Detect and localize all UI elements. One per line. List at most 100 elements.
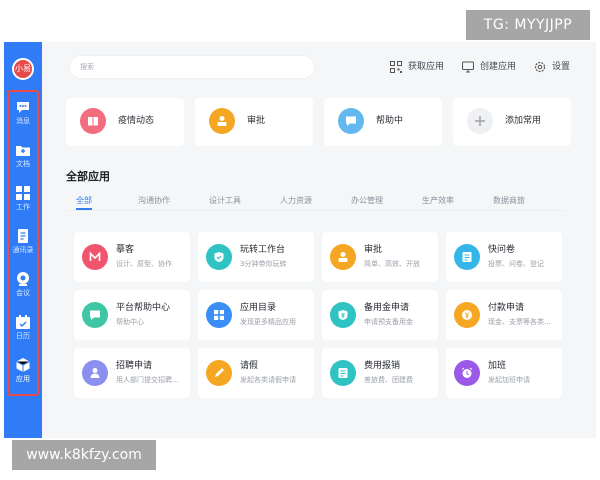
app-title: 加班	[488, 361, 507, 371]
app-title: 玩转工作台	[240, 245, 286, 255]
app-icon-bg	[454, 302, 480, 328]
app-card-mockplus[interactable]: 摹客 设计、原型、协作	[74, 232, 190, 282]
tab-data-travel[interactable]: 数据商旅	[493, 195, 525, 206]
quick-app-icon-bg	[80, 108, 106, 134]
sidebar-item-contacts[interactable]: 通讯录	[9, 223, 37, 259]
quick-app-help[interactable]: 帮助中	[324, 98, 442, 146]
sidebar-item-meetings[interactable]: 会议	[9, 266, 37, 302]
chat-bubble-icon	[17, 102, 29, 113]
tab-office-management[interactable]: 办公管理	[351, 195, 383, 206]
app-title: 快问卷	[488, 245, 516, 255]
tab-design-tools[interactable]: 设计工具	[209, 195, 241, 206]
app-icon-bg	[454, 244, 480, 270]
app-desc: 帮助中心	[116, 318, 144, 326]
sidebar-item-label: 应用	[16, 375, 30, 383]
book-icon	[88, 117, 98, 126]
monitor-icon	[462, 61, 474, 73]
app-desc: 简单、高效、开放	[364, 260, 420, 268]
receipt-icon	[338, 368, 348, 378]
app-icon-bg	[82, 302, 108, 328]
sidebar-item-calendar[interactable]: 日历	[9, 309, 37, 345]
create-app-button[interactable]: 创建应用	[462, 60, 542, 74]
plus-icon	[475, 116, 485, 126]
tab-divider	[66, 210, 566, 211]
app-title: 应用目录	[240, 303, 277, 313]
speech-bubble-icon	[90, 310, 100, 320]
calendar-icon	[16, 315, 30, 329]
app-desc: 申请预支备用金	[364, 318, 413, 326]
sidebar-item-label: 工作	[16, 203, 30, 211]
app-title: 备用金申请	[364, 303, 410, 313]
quick-app-icon-bg	[338, 108, 364, 134]
app-desc: 发起加班申请	[488, 376, 530, 384]
quick-app-add[interactable]: 添加常用	[453, 98, 571, 146]
quick-app-label: 添加常用	[505, 116, 542, 126]
speech-bubble-icon	[346, 116, 356, 126]
app-card-approval[interactable]: 审批 简单、高效、开放	[322, 232, 438, 282]
create-app-label: 创建应用	[480, 62, 517, 72]
telegram-watermark: TG: MYYJJPP	[466, 10, 590, 40]
sidebar-item-docs[interactable]: 文档	[9, 137, 37, 173]
app-icon-bg	[206, 360, 232, 386]
search-input[interactable]: 搜索	[70, 56, 314, 78]
app-card-expense[interactable]: 费用报销 差旅费、团建费	[322, 348, 438, 398]
sidebar-item-messages[interactable]: 消息	[9, 94, 37, 130]
app-title: 审批	[364, 245, 383, 255]
app-card-overtime[interactable]: 加班 发起加班申请	[446, 348, 562, 398]
sidebar: 小易 消息 文档 工作 通讯录 会议 日历 应用	[4, 42, 42, 438]
shield-check-icon	[214, 252, 224, 262]
sidebar-item-work[interactable]: 工作	[9, 180, 37, 216]
quick-app-approval[interactable]: 审批	[195, 98, 313, 146]
app-desc: 设计、原型、协作	[116, 260, 172, 268]
stamp-icon	[217, 116, 227, 126]
app-title: 付款申请	[488, 303, 525, 313]
tab-all[interactable]: 全部	[76, 195, 92, 206]
app-icon-bg	[330, 360, 356, 386]
get-apps-button[interactable]: 获取应用	[390, 60, 470, 74]
questionnaire-icon	[462, 252, 472, 262]
grid-apps-icon	[214, 310, 224, 320]
app-desc: 差旅费、团建费	[364, 376, 413, 384]
tab-communication[interactable]: 沟通协作	[138, 195, 170, 206]
gear-icon	[534, 61, 546, 73]
app-desc: 发起各类请假申请	[240, 376, 296, 384]
app-card-quick-survey[interactable]: 快问卷 投票、问卷、登记	[446, 232, 562, 282]
app-card-recruitment[interactable]: 招聘申请 用人部门提交招聘...	[74, 348, 190, 398]
sidebar-item-label: 消息	[16, 117, 30, 125]
settings-button[interactable]: 设置	[534, 60, 584, 74]
app-card-help-center[interactable]: 平台帮助中心 帮助中心	[74, 290, 190, 340]
sidebar-item-label: 日历	[16, 332, 30, 340]
app-title: 招聘申请	[116, 361, 153, 371]
person-icon	[90, 368, 100, 378]
app-desc: 用人部门提交招聘...	[116, 376, 179, 384]
app-icon-bg	[330, 244, 356, 270]
user-avatar[interactable]: 小易	[12, 58, 34, 80]
quick-app-icon-bg	[209, 108, 235, 134]
app-card-leave[interactable]: 请假 发起各类请假申请	[198, 348, 314, 398]
app-card-workbench-guide[interactable]: 玩转工作台 3分钟带你玩转	[198, 232, 314, 282]
app-icon-bg	[82, 360, 108, 386]
m-logo-icon	[89, 251, 101, 261]
app-icon-bg	[330, 302, 356, 328]
website-watermark: www.k8kfzy.com	[12, 440, 156, 470]
settings-label: 设置	[552, 62, 571, 72]
get-apps-label: 获取应用	[408, 62, 445, 72]
quick-app-label: 帮助中	[376, 116, 404, 126]
sidebar-item-apps[interactable]: 应用	[9, 352, 37, 388]
pencil-icon	[215, 368, 224, 377]
app-icon-bg	[454, 360, 480, 386]
sidebar-item-label: 会议	[16, 289, 30, 297]
camera-icon	[17, 272, 29, 286]
app-desc: 3分钟带你玩转	[240, 260, 287, 268]
app-title: 摹客	[116, 245, 135, 255]
app-card-petty-cash[interactable]: 备用金申请 申请预支备用金	[322, 290, 438, 340]
app-window: 小易 消息 文档 工作 通讯录 会议 日历 应用 搜索 获取应用 创建应用 设置…	[0, 0, 600, 480]
section-title: 全部应用	[66, 170, 110, 183]
app-card-app-directory[interactable]: 应用目录 发现更多精品应用	[198, 290, 314, 340]
quick-app-epidemic[interactable]: 疫情动态	[66, 98, 184, 146]
app-title: 平台帮助中心	[116, 303, 171, 313]
tab-hr[interactable]: 人力资源	[280, 195, 312, 206]
app-card-payment-request[interactable]: 付款申请 现金、支票等各类...	[446, 290, 562, 340]
tab-productivity[interactable]: 生产效率	[422, 195, 454, 206]
app-icon-bg	[206, 244, 232, 270]
